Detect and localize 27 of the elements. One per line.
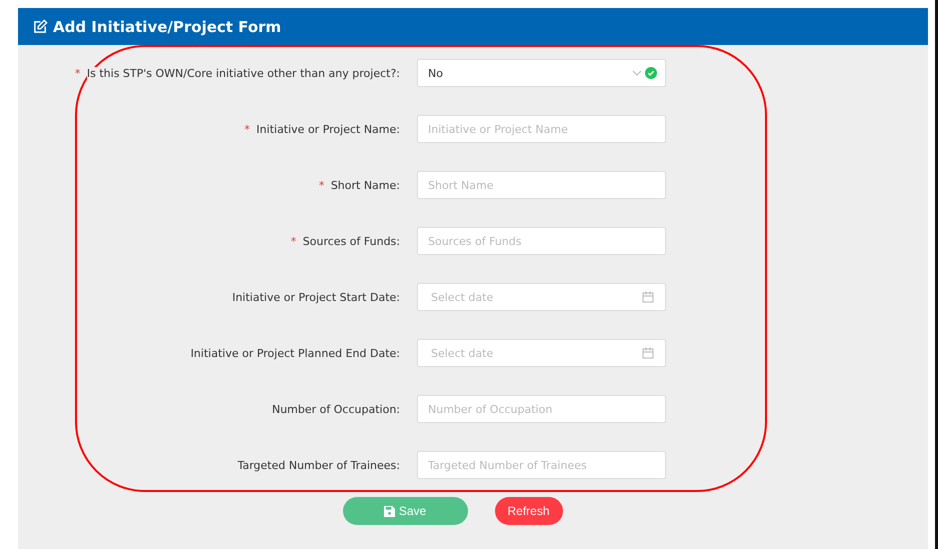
input-field[interactable]: Number of Occupation (417, 395, 666, 423)
chevron-down-icon (632, 70, 642, 76)
field-label: Initiative or Project Name: (256, 122, 400, 136)
required-mark: * (290, 234, 296, 248)
save-button[interactable]: Save (342, 497, 468, 525)
field-label: Number of Occupation: (272, 402, 400, 416)
input-field[interactable]: Initiative or Project Name (417, 115, 666, 143)
field-label: Targeted Number of Trainees: (238, 458, 400, 472)
field-label: Initiative or Project Planned End Date: (190, 346, 400, 360)
field-label: Is this STP's OWN/Core initiative other than any project?: (86, 66, 400, 80)
calendar-icon (642, 347, 654, 359)
field-label: Short Name: (330, 178, 400, 192)
form-title: Add Initiative/Project Form (53, 18, 282, 36)
required-mark: * (318, 178, 324, 192)
required-mark: * (74, 66, 80, 80)
select-field[interactable]: No (417, 59, 666, 87)
refresh-button[interactable]: Refresh (494, 497, 562, 525)
required-mark: * (244, 122, 250, 136)
field-label: Initiative or Project Start Date: (232, 290, 400, 304)
calendar-icon (642, 291, 654, 303)
date-field[interactable]: Select date (417, 339, 666, 367)
edit-icon (33, 19, 48, 34)
input-field[interactable]: Targeted Number of Trainees (417, 451, 666, 479)
field-label: Sources of Funds: (302, 234, 400, 248)
input-field[interactable]: Short Name (417, 171, 666, 199)
date-field[interactable]: Select date (417, 283, 666, 311)
input-field[interactable]: Sources of Funds (417, 227, 666, 255)
